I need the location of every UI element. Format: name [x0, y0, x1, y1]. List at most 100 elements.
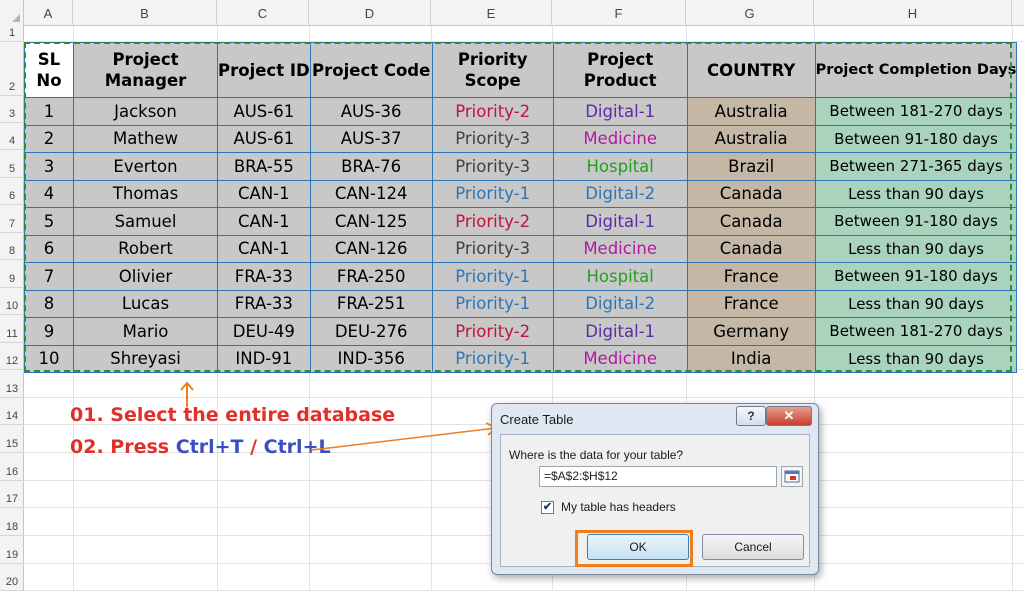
row-header-7[interactable]: 7	[0, 205, 24, 233]
row-header-18[interactable]: 18	[0, 508, 24, 536]
cell-product[interactable]: Digital-1	[552, 97, 688, 126]
cell-days[interactable]: Between 91-180 days	[814, 262, 1018, 291]
column-header-e[interactable]: E	[431, 0, 552, 25]
column-header-f[interactable]: F	[552, 0, 686, 25]
row-header-19[interactable]: 19	[0, 536, 24, 564]
row-header-4[interactable]: 4	[0, 123, 24, 150]
row-header-11[interactable]: 11	[0, 315, 24, 343]
header-country[interactable]: COUNTRY	[686, 42, 816, 98]
cell-priority[interactable]: Priority-1	[431, 289, 554, 318]
cell-code[interactable]: AUS-37	[309, 124, 433, 153]
cell-manager[interactable]: Mario	[73, 317, 218, 346]
row-header-1[interactable]: 1	[0, 25, 24, 42]
row-header-6[interactable]: 6	[0, 178, 24, 205]
row-header-13[interactable]: 13	[0, 370, 24, 398]
cell-id[interactable]: AUS-61	[217, 124, 311, 153]
column-header-b[interactable]: B	[73, 0, 217, 25]
column-header-g[interactable]: G	[686, 0, 814, 25]
header-sl-no[interactable]: SL No	[24, 42, 74, 98]
table-range-input[interactable]: =$A$2:$H$12	[539, 466, 777, 487]
cell-sl[interactable]: 2	[24, 124, 74, 153]
close-button[interactable]: ✕	[766, 406, 812, 426]
cell-manager[interactable]: Shreyasi	[73, 344, 218, 373]
cell-product[interactable]: Medicine	[552, 344, 688, 373]
cell-country[interactable]: Brazil	[686, 152, 816, 181]
cell-code[interactable]: AUS-36	[309, 97, 433, 126]
cell-id[interactable]: DEU-49	[217, 317, 311, 346]
cell-id[interactable]: IND-91	[217, 344, 311, 373]
cell-code[interactable]: CAN-124	[309, 179, 433, 208]
header-project-code[interactable]: Project Code	[309, 42, 433, 98]
cell-product[interactable]: Medicine	[552, 234, 688, 263]
row-header-17[interactable]: 17	[0, 481, 24, 508]
cell-manager[interactable]: Lucas	[73, 289, 218, 318]
cell-manager[interactable]: Thomas	[73, 179, 218, 208]
cell-priority[interactable]: Priority-2	[431, 97, 554, 126]
cell-manager[interactable]: Olivier	[73, 262, 218, 291]
column-header-d[interactable]: D	[309, 0, 431, 25]
row-header-5[interactable]: 5	[0, 150, 24, 178]
cell-code[interactable]: FRA-251	[309, 289, 433, 318]
cell-product[interactable]: Digital-1	[552, 207, 688, 236]
cell-priority[interactable]: Priority-1	[431, 179, 554, 208]
cell-country[interactable]: Canada	[686, 179, 816, 208]
cell-country[interactable]: France	[686, 289, 816, 318]
cell-days[interactable]: Less than 90 days	[814, 179, 1018, 208]
row-header-2[interactable]: 2	[0, 42, 24, 96]
cell-country[interactable]: India	[686, 344, 816, 373]
header-project-product[interactable]: Project Product	[552, 42, 688, 98]
cell-manager[interactable]: Samuel	[73, 207, 218, 236]
cell-sl[interactable]: 8	[24, 289, 74, 318]
header-project-id[interactable]: Project ID	[217, 42, 311, 98]
cell-product[interactable]: Digital-1	[552, 317, 688, 346]
header-project-completion-days[interactable]: Project Completion Days	[814, 42, 1018, 98]
header-priority-scope[interactable]: Priority Scope	[431, 42, 554, 98]
select-all-corner[interactable]	[0, 0, 24, 25]
column-header-a[interactable]: A	[24, 0, 73, 25]
collapse-dialog-icon[interactable]	[781, 466, 803, 487]
row-header-12[interactable]: 12	[0, 343, 24, 370]
cell-code[interactable]: IND-356	[309, 344, 433, 373]
row-header-15[interactable]: 15	[0, 425, 24, 453]
cell-priority[interactable]: Priority-1	[431, 262, 554, 291]
cell-country[interactable]: Australia	[686, 97, 816, 126]
cell-days[interactable]: Less than 90 days	[814, 289, 1018, 318]
cell-days[interactable]: Between 271-365 days	[814, 152, 1018, 181]
cell-sl[interactable]: 10	[24, 344, 74, 373]
cell-sl[interactable]: 5	[24, 207, 74, 236]
cell-days[interactable]: Between 181-270 days	[814, 317, 1018, 346]
cell-priority[interactable]: Priority-3	[431, 152, 554, 181]
cell-sl[interactable]: 6	[24, 234, 74, 263]
cell-product[interactable]: Digital-2	[552, 179, 688, 208]
cell-sl[interactable]: 1	[24, 97, 74, 126]
cell-product[interactable]: Hospital	[552, 262, 688, 291]
cell-manager[interactable]: Everton	[73, 152, 218, 181]
cell-manager[interactable]: Jackson	[73, 97, 218, 126]
cell-code[interactable]: DEU-276	[309, 317, 433, 346]
cell-product[interactable]: Hospital	[552, 152, 688, 181]
cell-product[interactable]: Digital-2	[552, 289, 688, 318]
cell-id[interactable]: CAN-1	[217, 179, 311, 208]
cell-manager[interactable]: Mathew	[73, 124, 218, 153]
column-header-h[interactable]: H	[814, 0, 1012, 25]
headers-checkbox-label[interactable]: My table has headers	[561, 500, 676, 514]
cell-id[interactable]: CAN-1	[217, 234, 311, 263]
cell-sl[interactable]: 4	[24, 179, 74, 208]
cell-country[interactable]: Canada	[686, 234, 816, 263]
cell-code[interactable]: FRA-250	[309, 262, 433, 291]
header-project-manager[interactable]: Project Manager	[73, 42, 218, 98]
row-header-20[interactable]: 20	[0, 564, 24, 591]
cell-priority[interactable]: Priority-3	[431, 124, 554, 153]
cell-sl[interactable]: 3	[24, 152, 74, 181]
cell-id[interactable]: AUS-61	[217, 97, 311, 126]
cell-days[interactable]: Between 91-180 days	[814, 124, 1018, 153]
cell-id[interactable]: FRA-33	[217, 289, 311, 318]
cell-id[interactable]: CAN-1	[217, 207, 311, 236]
row-header-10[interactable]: 10	[0, 288, 24, 315]
cell-id[interactable]: FRA-33	[217, 262, 311, 291]
cell-priority[interactable]: Priority-1	[431, 344, 554, 373]
cell-code[interactable]: CAN-125	[309, 207, 433, 236]
row-header-9[interactable]: 9	[0, 260, 24, 288]
cell-code[interactable]: CAN-126	[309, 234, 433, 263]
cell-manager[interactable]: Robert	[73, 234, 218, 263]
